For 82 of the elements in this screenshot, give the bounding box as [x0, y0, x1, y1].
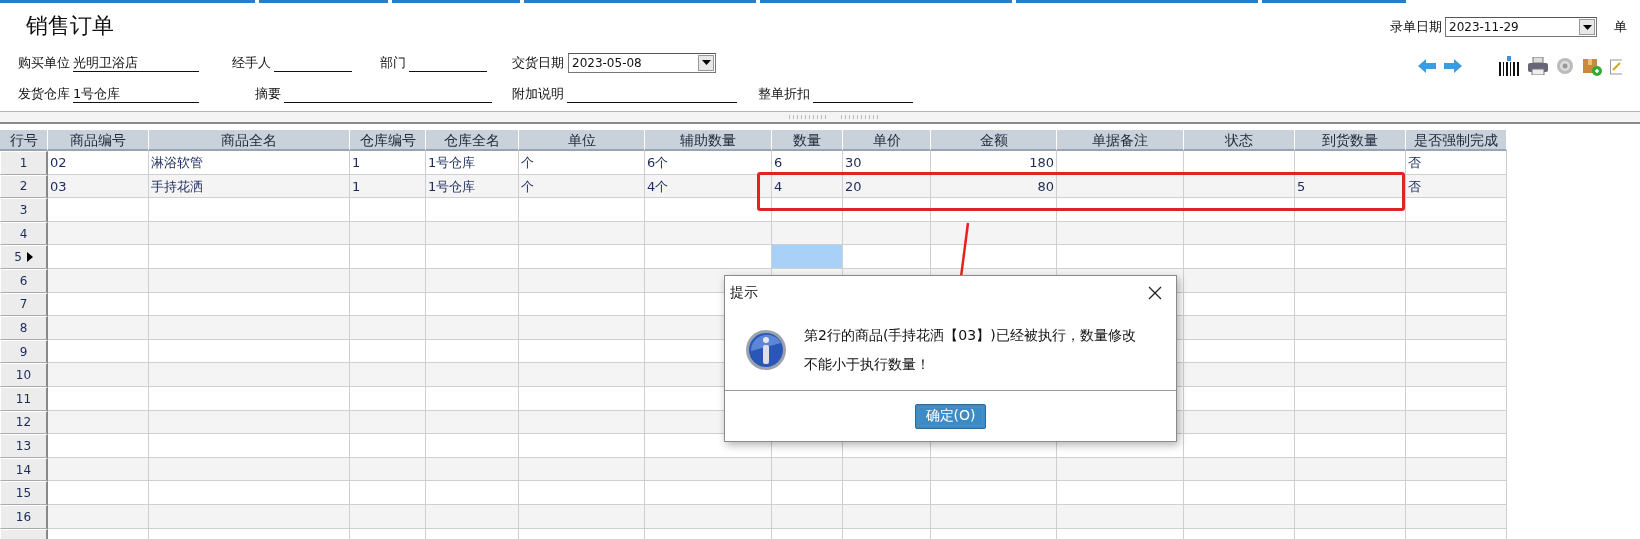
dropdown-button[interactable] — [1579, 19, 1595, 35]
close-icon[interactable] — [1148, 285, 1162, 300]
caret-icon[interactable] — [701, 60, 711, 65]
dialog-title: 提示 — [730, 283, 758, 302]
table-cell: 个 — [519, 174, 645, 199]
column-header[interactable]: 到货数量 — [1295, 130, 1406, 151]
dropdown-button[interactable] — [698, 54, 714, 71]
row-number: 12 — [0, 410, 48, 435]
box-plus-icon[interactable] — [1582, 56, 1602, 76]
field-label: 附加说明 — [512, 84, 564, 103]
input-field[interactable]: 1号仓库 — [73, 84, 199, 103]
row-number: 3 — [0, 198, 48, 222]
column-header[interactable]: 仓库编号 — [350, 130, 426, 151]
row-number: 1 — [0, 151, 48, 175]
form-title: 销售订单 — [26, 12, 115, 40]
table-cell: 80 — [931, 174, 1057, 199]
column-header[interactable]: 状态 — [1184, 130, 1295, 151]
field-label: 购买单位 — [18, 53, 70, 72]
column-header[interactable]: 商品编号 — [48, 130, 149, 151]
row-number: 15 — [0, 481, 48, 505]
table-cell: 6 — [772, 151, 843, 175]
table-cell: 5 — [1295, 174, 1406, 199]
splitter-bar[interactable] — [0, 111, 1640, 124]
table-cell: 02 — [48, 151, 149, 175]
table-cell: 1 — [350, 151, 426, 175]
dialog-message: 第2行的商品(手持花洒【03】)已经被执行，数量修改不能小于执行数量！ — [804, 325, 1137, 374]
column-header[interactable]: 单据备注 — [1057, 130, 1184, 151]
row-number: 8 — [0, 316, 48, 340]
column-header[interactable]: 数量 — [772, 130, 843, 151]
field-label: 录单日期 — [1390, 18, 1442, 36]
column-header[interactable]: 单价 — [843, 130, 931, 151]
column-header[interactable]: 辅助数量 — [645, 130, 772, 151]
row-number: 13 — [0, 434, 48, 458]
table-cell: 1 — [350, 174, 426, 199]
table-cell: 个 — [519, 151, 645, 175]
column-header[interactable]: 行号 — [0, 130, 48, 151]
table-cell: 手持花洒 — [149, 174, 350, 199]
table-cell: 6个 — [645, 151, 772, 175]
arrow-right-icon[interactable] — [1444, 59, 1462, 73]
column-header[interactable]: 金额 — [931, 130, 1057, 151]
table-cell: 4 — [772, 174, 843, 199]
field-label: 整单折扣 — [758, 84, 810, 103]
row-number: 11 — [0, 386, 48, 411]
current-row-icon — [26, 252, 33, 263]
table-cell: 1号仓库 — [426, 151, 519, 175]
arrow-left-icon[interactable] — [1418, 59, 1436, 73]
field-label: 交货日期 — [512, 53, 564, 72]
row-number: 2 — [0, 174, 48, 199]
column-header[interactable]: 仓库全名 — [426, 130, 519, 151]
table-cell: 30 — [843, 151, 931, 175]
field-label: 单 — [1614, 18, 1627, 36]
date-field[interactable]: 2023-11-29 — [1445, 17, 1597, 37]
column-header[interactable]: 商品全名 — [149, 130, 350, 151]
caret-icon[interactable] — [1582, 24, 1592, 30]
edit-icon[interactable] — [1610, 57, 1622, 75]
settings-icon[interactable] — [1556, 57, 1574, 75]
row-number: 9 — [0, 339, 48, 364]
row-number: 16 — [0, 504, 48, 529]
table-cell: 03 — [48, 174, 149, 199]
column-header[interactable]: 是否强制完成 — [1406, 130, 1507, 151]
table-cell: 20 — [843, 174, 931, 199]
table-cell: 否 — [1406, 151, 1507, 175]
row-number: 5 — [0, 245, 48, 269]
table-cell: 1号仓库 — [426, 174, 519, 199]
field-label: 发货仓库 — [18, 84, 70, 103]
field-label: 摘要 — [255, 84, 281, 103]
input-field[interactable]: 光明卫浴店 — [73, 53, 199, 72]
row-number: 4 — [0, 221, 48, 246]
field-label: 经手人 — [232, 53, 271, 72]
printer-icon[interactable] — [1528, 57, 1548, 75]
column-header[interactable]: 单位 — [519, 130, 645, 151]
row-number: 14 — [0, 457, 48, 482]
date-field[interactable]: 2023-05-08 — [568, 52, 716, 73]
info-icon — [745, 328, 787, 371]
table-cell: 否 — [1406, 174, 1507, 199]
ok-button[interactable]: 确定(O) — [914, 403, 987, 429]
table-cell: 淋浴软管 — [149, 151, 350, 175]
row-number: 7 — [0, 292, 48, 317]
row-number: 10 — [0, 363, 48, 387]
row-number: 6 — [0, 268, 48, 293]
barcode-icon[interactable] — [1498, 56, 1520, 76]
field-label: 部门 — [380, 53, 406, 72]
